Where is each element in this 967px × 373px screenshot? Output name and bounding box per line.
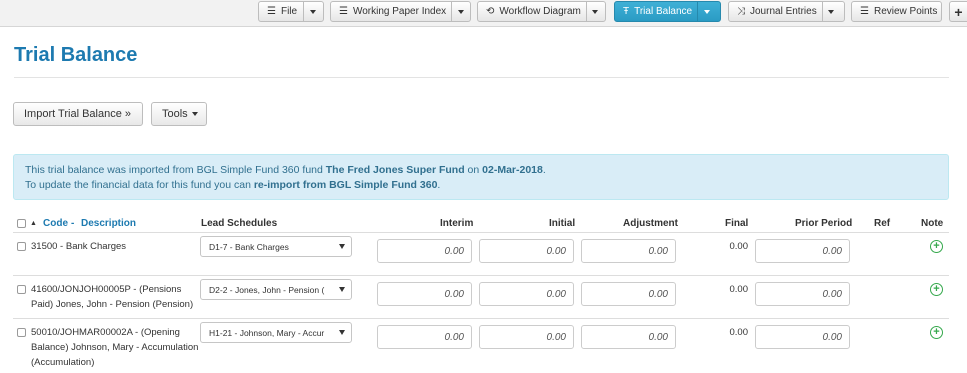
refresh-icon: ⟲	[486, 6, 495, 17]
account-label: 50010/JOHMAR00002A - (Opening Balance) J…	[31, 327, 199, 368]
list-icon: ☰	[267, 6, 276, 17]
journal-entries-button[interactable]: ⤨ Journal Entries	[729, 2, 822, 21]
review-points-label-wrap: ☰ Review Points	[860, 6, 938, 17]
note-header: Note	[921, 218, 944, 229]
initial-input[interactable]: 0.00	[479, 239, 574, 263]
row-divider	[13, 318, 949, 319]
code-header[interactable]: Code	[43, 218, 68, 229]
final-header: Final	[725, 218, 749, 229]
plus-icon: +	[954, 3, 963, 20]
trial-balance-dropdown-toggle[interactable]	[697, 2, 715, 21]
chevron-down-icon	[339, 287, 345, 292]
file-dropdown-toggle[interactable]	[303, 2, 321, 21]
adjustment-header: Adjustment	[623, 218, 678, 229]
chevron-down-icon	[828, 9, 835, 14]
lead-schedules-header: Lead Schedules	[201, 218, 278, 229]
import-trial-balance-button[interactable]: Import Trial Balance »	[13, 102, 143, 126]
row-checkbox[interactable]	[17, 242, 26, 251]
lead-schedule-value: H1-21 - Johnson, Mary - Accur	[209, 327, 325, 338]
import-info-alert: This trial balance was imported from BGL…	[13, 154, 949, 200]
header-divider	[13, 232, 949, 233]
interim-input[interactable]: 0.00	[377, 282, 472, 306]
review-points-button[interactable]: ☰ Review Points	[851, 1, 942, 22]
add-note-icon[interactable]: +	[930, 283, 943, 296]
workflow-diagram-group[interactable]: ⟲ Workflow Diagram	[477, 1, 606, 22]
chevron-down-icon	[339, 244, 345, 249]
prior-period-input[interactable]: 0.00	[755, 282, 850, 306]
adjustment-input[interactable]: 0.00	[581, 282, 676, 306]
info-line-2: To update the financial data for this fu…	[25, 179, 441, 191]
workflow-diagram-dropdown-toggle[interactable]	[585, 2, 604, 21]
lead-schedule-value: D2-2 - Jones, John - Pension (	[209, 284, 325, 295]
lead-schedule-select[interactable]: H1-21 - Johnson, Mary - Accur	[200, 322, 352, 343]
lead-schedule-select[interactable]: D1-7 - Bank Charges	[200, 236, 352, 257]
list-icon: ☰	[860, 6, 869, 17]
trial-balance-button[interactable]: Ŧ Trial Balance	[615, 2, 697, 21]
chevron-down-icon	[592, 9, 599, 14]
adjustment-input[interactable]: 0.00	[581, 239, 676, 263]
account-label: 31500 - Bank Charges	[31, 241, 127, 252]
journal-entries-group[interactable]: ⤨ Journal Entries	[728, 1, 845, 22]
working-paper-index-button[interactable]: ☰ Working Paper Index	[331, 2, 451, 21]
journal-entries-dropdown-toggle[interactable]	[821, 2, 840, 21]
add-note-icon[interactable]: +	[930, 240, 943, 253]
working-paper-index-group[interactable]: ☰ Working Paper Index	[330, 1, 471, 22]
final-value: 0.00	[729, 284, 749, 295]
initial-header: Initial	[549, 218, 576, 229]
interim-input[interactable]: 0.00	[377, 239, 472, 263]
chevron-down-icon	[339, 330, 345, 335]
add-note-icon[interactable]: +	[930, 326, 943, 339]
reimport-link[interactable]: re-import from BGL Simple Fund 360	[254, 179, 438, 191]
chevron-down-icon	[191, 112, 198, 116]
chevron-down-icon	[457, 9, 464, 14]
final-value: 0.00	[729, 241, 749, 252]
lead-schedule-value: D1-7 - Bank Charges	[209, 241, 289, 252]
trial-balance-group[interactable]: Ŧ Trial Balance	[614, 1, 721, 22]
account-label: 41600/JONJOH00005P - (Pensions Paid) Jon…	[31, 284, 194, 310]
shuffle-icon: ⤨	[737, 6, 745, 17]
info-line-1: This trial balance was imported from BGL…	[25, 164, 546, 176]
row-checkbox[interactable]	[17, 328, 26, 337]
initial-input[interactable]: 0.00	[479, 325, 574, 349]
file-button[interactable]: ☰ File	[259, 2, 303, 21]
description-header[interactable]: Description	[81, 218, 136, 229]
list-icon: ☰	[339, 6, 348, 17]
add-button[interactable]: +	[949, 1, 967, 22]
fund-name: The Fred Jones Super Fund	[325, 164, 465, 176]
chevron-down-icon	[703, 9, 710, 14]
interim-header: Interim	[440, 218, 474, 229]
working-paper-index-dropdown-toggle[interactable]	[451, 2, 469, 21]
header-separator: -	[71, 218, 75, 229]
prior-period-header: Prior Period	[795, 218, 853, 229]
tools-dropdown-button[interactable]: Tools	[151, 102, 207, 126]
final-value: 0.00	[729, 327, 749, 338]
file-button-group[interactable]: ☰ File	[258, 1, 324, 22]
ref-header: Ref	[874, 218, 891, 229]
sort-asc-icon[interactable]: ▲	[30, 220, 37, 227]
prior-period-input[interactable]: 0.00	[755, 325, 850, 349]
page-title: Trial Balance	[14, 44, 138, 66]
interim-input[interactable]: 0.00	[377, 325, 472, 349]
chevron-down-icon	[309, 9, 316, 14]
select-all-checkbox[interactable]	[17, 219, 26, 228]
initial-input[interactable]: 0.00	[479, 282, 574, 306]
title-divider	[14, 77, 949, 78]
import-date: 02-Mar-2018	[482, 164, 543, 176]
lead-schedule-select[interactable]: D2-2 - Jones, John - Pension (	[200, 279, 352, 300]
adjustment-input[interactable]: 0.00	[581, 325, 676, 349]
tools-label: Tools	[162, 108, 188, 120]
workflow-diagram-button[interactable]: ⟲ Workflow Diagram	[478, 2, 586, 21]
prior-period-input[interactable]: 0.00	[755, 239, 850, 263]
row-divider	[13, 275, 949, 276]
row-checkbox[interactable]	[17, 285, 26, 294]
text-height-icon: Ŧ	[623, 6, 630, 17]
top-toolbar: ☰ File ☰ Working Paper Index ⟲ Workflow Dia…	[0, 0, 967, 27]
